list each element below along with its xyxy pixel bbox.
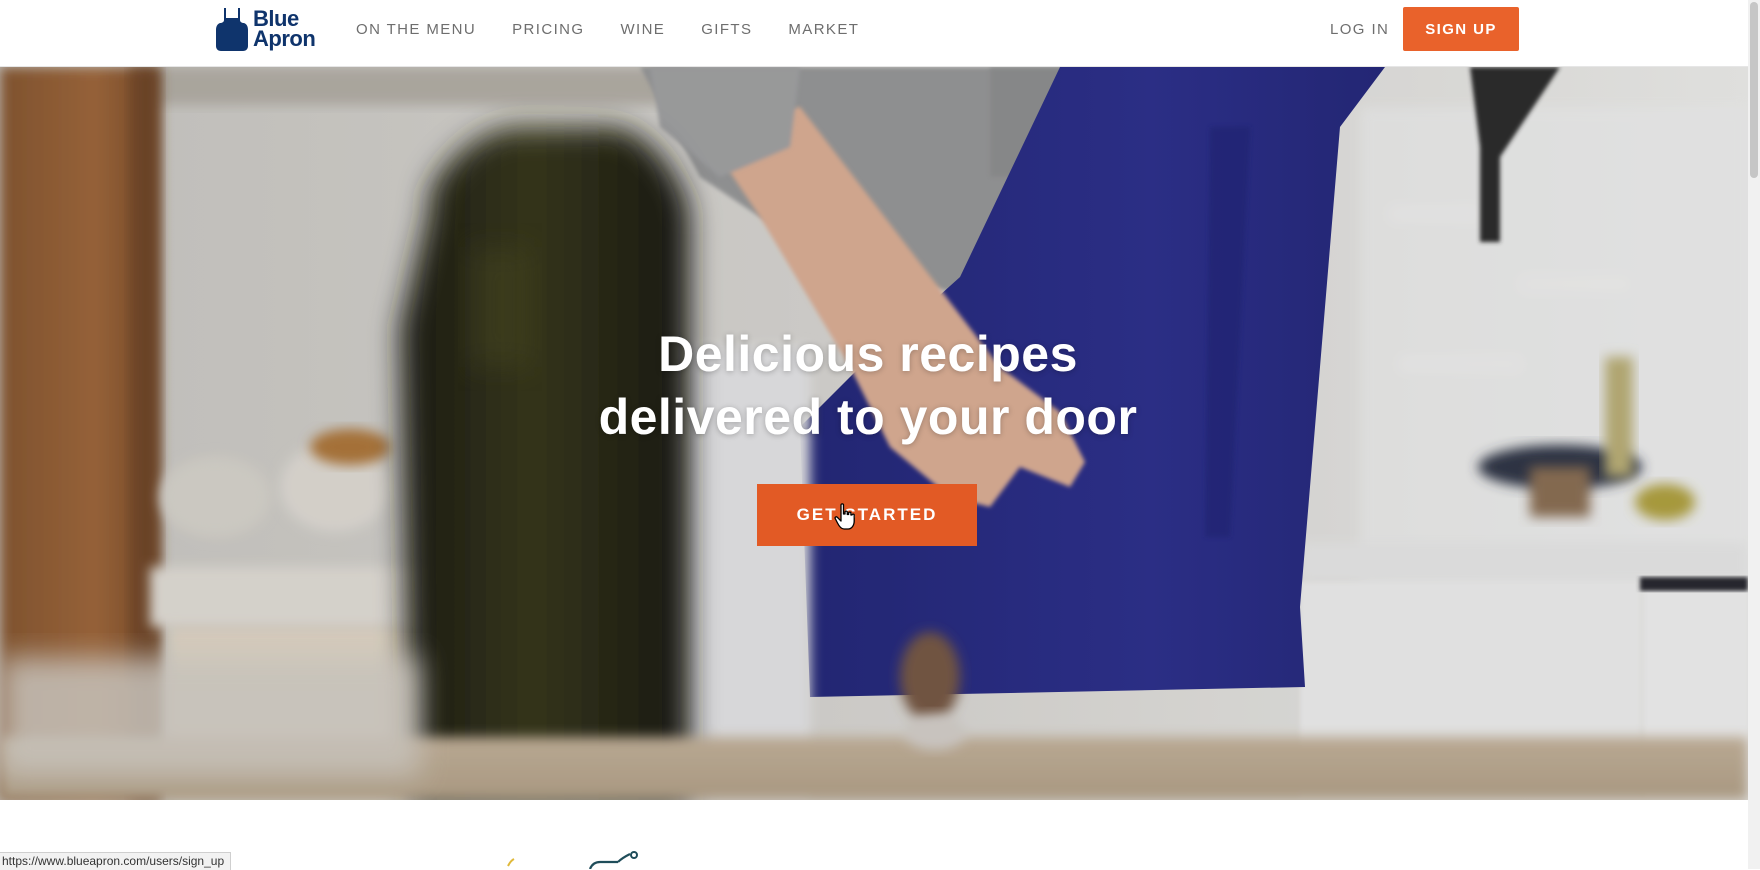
nav-item-gifts[interactable]: GIFTS <box>701 20 752 40</box>
pointer-cursor-icon <box>834 503 855 530</box>
illustration-peek <box>507 851 638 869</box>
login-link[interactable]: LOG IN <box>1330 20 1389 40</box>
main-nav: ON THE MENU PRICING WINE GIFTS MARKET <box>356 20 895 40</box>
brand-wordmark-line2: Apron <box>253 26 316 51</box>
get-started-button[interactable]: GET STARTED <box>757 484 977 546</box>
nav-item-wine[interactable]: WINE <box>620 20 665 40</box>
hero-title: Delicious recipes delivered to your door <box>0 323 1736 449</box>
brand-wordmark: Blue Apron <box>253 8 316 51</box>
brand-logo[interactable]: Blue Apron <box>215 3 325 55</box>
nav-item-pricing[interactable]: PRICING <box>512 20 584 40</box>
apron-logo-icon <box>216 8 248 51</box>
hero-section: Delicious recipes delivered to your door… <box>0 67 1748 800</box>
hero-title-line2: delivered to your door <box>598 389 1138 445</box>
nav-item-market[interactable]: MARKET <box>788 20 859 40</box>
hero-title-line1: Delicious recipes <box>658 326 1078 382</box>
status-bar-url: https://www.blueapron.com/users/sign_up <box>0 852 232 870</box>
nav-item-on-the-menu[interactable]: ON THE MENU <box>356 20 476 40</box>
scrollbar-thumb[interactable] <box>1750 2 1758 178</box>
signup-button[interactable]: SIGN UP <box>1403 7 1519 51</box>
site-header: Blue Apron ON THE MENU PRICING WINE GIFT… <box>0 0 1748 67</box>
page-scrollbar[interactable] <box>1748 0 1760 869</box>
